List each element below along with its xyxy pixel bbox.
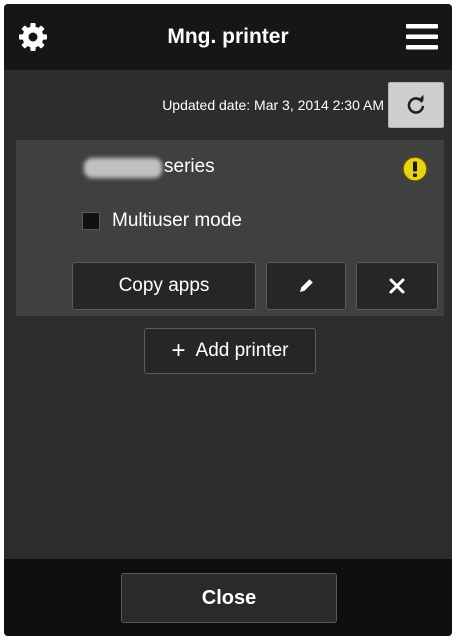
multiuser-checkbox[interactable]: [82, 212, 100, 230]
edit-button[interactable]: [266, 262, 346, 310]
warning-icon[interactable]: [400, 154, 430, 184]
hamburger-menu-icon[interactable]: [404, 20, 440, 54]
copy-apps-button[interactable]: Copy apps: [72, 262, 256, 310]
main-content: Updated date: Mar 3, 2014 2:30 AM series…: [4, 70, 452, 559]
updated-date-text: Updated date: Mar 3, 2014 2:30 AM: [162, 97, 384, 113]
gear-icon[interactable]: [16, 20, 50, 54]
plus-icon: +: [171, 337, 186, 364]
add-printer-button[interactable]: + Add printer: [144, 328, 316, 374]
multiuser-label[interactable]: Multiuser mode: [112, 206, 242, 236]
refresh-icon: [407, 94, 425, 114]
printer-card: series Multiuser mode Copy apps: [16, 140, 444, 316]
top-bar: Mng. printer: [4, 4, 452, 70]
delete-button[interactable]: [356, 262, 438, 310]
page-title: Mng. printer: [167, 25, 289, 48]
printer-model-redacted: [84, 158, 162, 178]
bottom-bar: Close: [4, 559, 452, 636]
add-printer-label: Add printer: [195, 340, 289, 361]
close-label: Close: [201, 586, 257, 609]
pencil-icon: [300, 279, 313, 292]
printer-name: series: [164, 156, 215, 177]
app-window: Mng. printer Updated date: Mar 3, 2014 2…: [4, 4, 452, 636]
close-icon: [389, 278, 405, 294]
close-button[interactable]: Close: [121, 573, 337, 623]
copy-apps-label: Copy apps: [118, 275, 210, 296]
refresh-button[interactable]: [388, 82, 444, 128]
